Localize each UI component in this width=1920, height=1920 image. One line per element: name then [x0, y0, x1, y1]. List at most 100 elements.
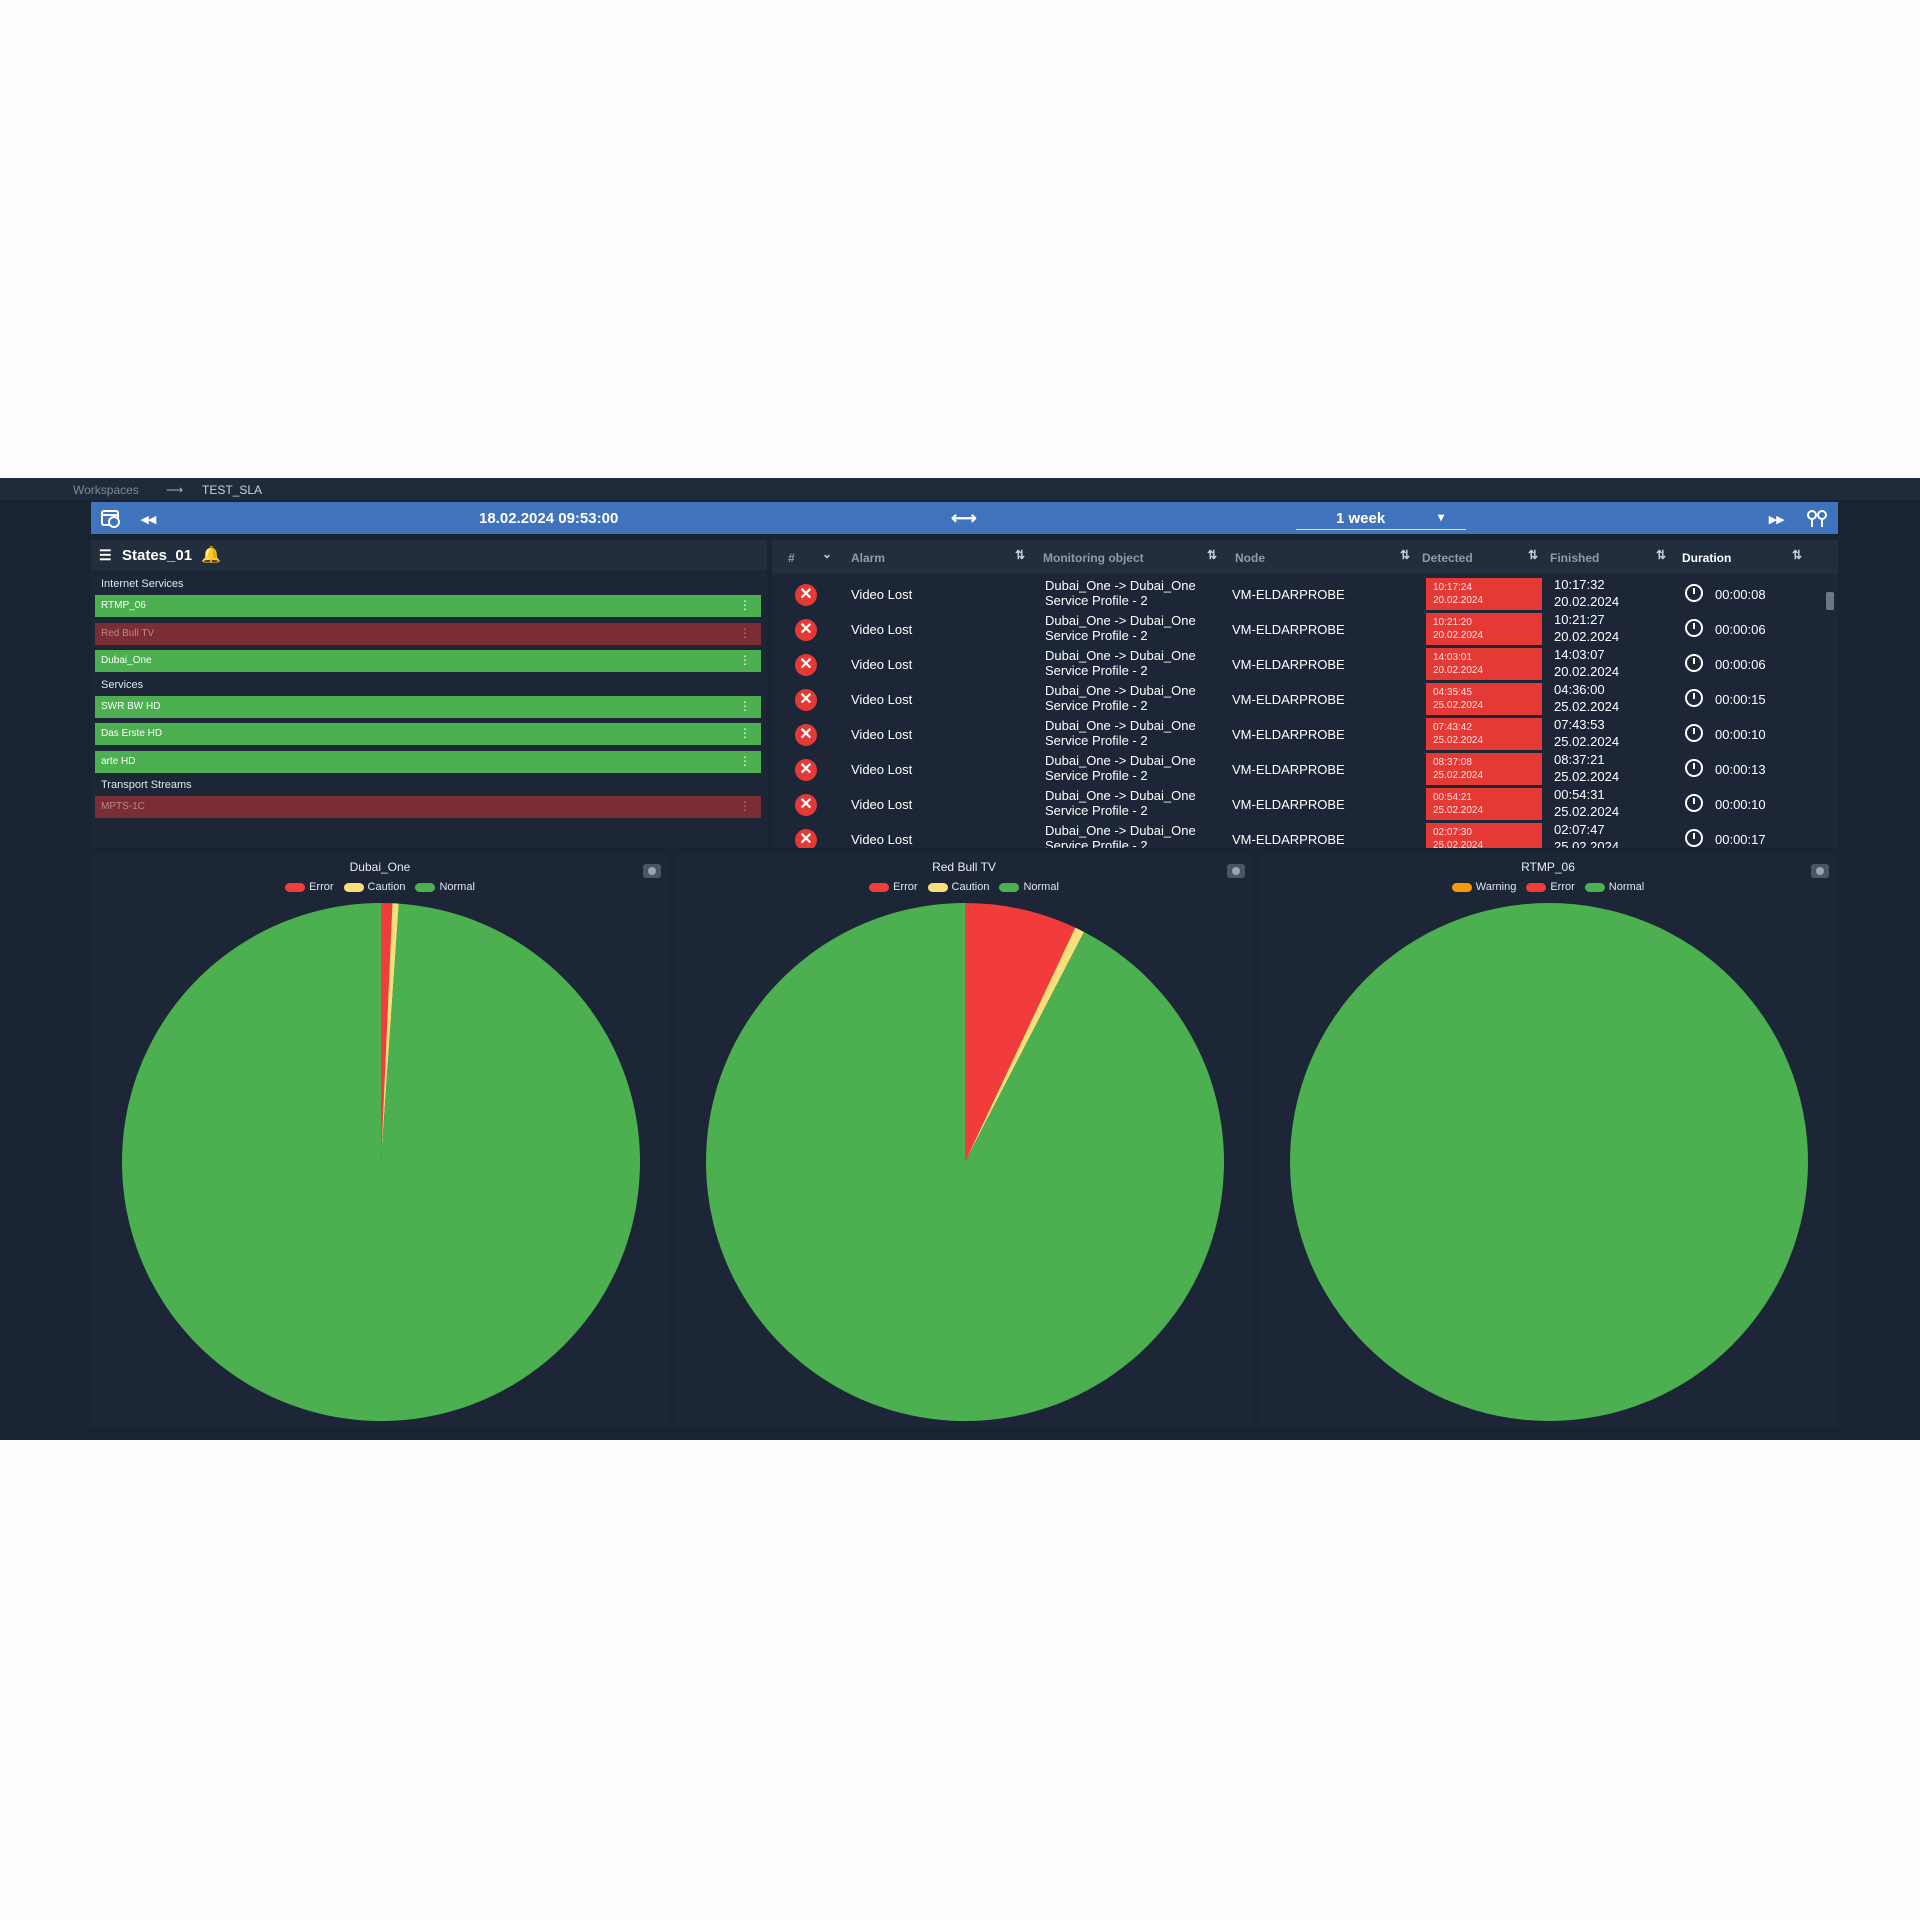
- table-row[interactable]: ✕ Video Lost Dubai_One -> Dubai_One Service…: [772, 611, 1824, 646]
- node-name: VM-ELDARPROBE: [1232, 622, 1345, 637]
- table-row[interactable]: ✕ Video Lost Dubai_One -> Dubai_One Service…: [772, 681, 1824, 716]
- legend-label: Caution: [367, 881, 406, 893]
- legend-item[interactable]: Caution: [927, 881, 990, 893]
- error-icon: ✕: [795, 619, 817, 641]
- col-detected[interactable]: Detected: [1422, 551, 1473, 565]
- error-icon: ✕: [795, 689, 817, 711]
- pie-slice-normal[interactable]: [121, 903, 640, 1421]
- more-vert-icon[interactable]: ⋮: [739, 598, 751, 612]
- monitoring-profile: Service Profile - 2: [1045, 838, 1148, 848]
- state-label: arte HD: [101, 755, 136, 767]
- eye-icon[interactable]: [1227, 864, 1245, 878]
- state-bar[interactable]: MPTS-1C ⋮: [95, 796, 761, 818]
- more-vert-icon[interactable]: ⋮: [739, 754, 751, 768]
- more-vert-icon[interactable]: ⋮: [739, 726, 751, 740]
- error-icon: ✕: [795, 759, 817, 781]
- legend-item[interactable]: Normal: [415, 881, 475, 893]
- detected-cell: 10:21:20 20.02.2024: [1426, 613, 1542, 645]
- period-select[interactable]: 1 week ▾: [1296, 507, 1466, 530]
- error-icon: ✕: [795, 584, 817, 606]
- legend-swatch: [1584, 882, 1605, 892]
- legend-item[interactable]: Warning: [1451, 881, 1516, 893]
- error-icon: ✕: [795, 829, 817, 848]
- detected-date: 20.02.2024: [1433, 665, 1484, 676]
- monitoring-profile: Service Profile - 2: [1045, 593, 1148, 608]
- state-bar[interactable]: SWR BW HD ⋮: [95, 695, 761, 718]
- pie-chart: [1290, 903, 1808, 1421]
- legend-item[interactable]: Error: [869, 881, 918, 893]
- legend-item[interactable]: Error: [1526, 881, 1575, 893]
- sort-icon[interactable]: ⇅: [1400, 548, 1410, 562]
- sort-icon[interactable]: ⇅: [1792, 548, 1802, 562]
- state-bar[interactable]: arte HD ⋮: [95, 750, 761, 773]
- duration-value: 00:00:06: [1715, 657, 1766, 672]
- finished-date: 25.02.2024: [1554, 699, 1620, 714]
- pie-slice-normal[interactable]: [1290, 903, 1808, 1421]
- col-node[interactable]: Node: [1235, 551, 1265, 565]
- col-alarm[interactable]: Alarm: [851, 551, 885, 565]
- col-finished[interactable]: Finished: [1550, 551, 1599, 565]
- bell-icon[interactable]: 🔔: [201, 545, 221, 565]
- fast-forward-button[interactable]: ▸▸: [1769, 510, 1784, 528]
- finished-date: 20.02.2024: [1554, 594, 1620, 609]
- breadcrumb-root[interactable]: Workspaces: [73, 483, 139, 497]
- legend-item[interactable]: Caution: [343, 881, 406, 893]
- monitoring-object: Dubai_One -> Dubai_One: [1045, 613, 1196, 628]
- detected-date: 25.02.2024: [1433, 700, 1484, 711]
- monitoring-object: Dubai_One -> Dubai_One: [1045, 578, 1196, 593]
- table-row[interactable]: ✕ Video Lost Dubai_One -> Dubai_One Service…: [772, 821, 1824, 848]
- state-label: SWR BW HD: [101, 700, 161, 712]
- more-vert-icon[interactable]: ⋮: [739, 626, 751, 640]
- finished-time: 10:21:27: [1554, 612, 1605, 627]
- table-row[interactable]: ✕ Video Lost Dubai_One -> Dubai_One Service…: [772, 576, 1824, 611]
- more-vert-icon[interactable]: ⋮: [739, 799, 751, 813]
- col-num[interactable]: #: [788, 551, 795, 565]
- table-row[interactable]: ✕ Video Lost Dubai_One -> Dubai_One Service…: [772, 716, 1824, 751]
- monitoring-profile: Service Profile - 2: [1045, 803, 1148, 818]
- scrollbar-thumb[interactable]: [1826, 592, 1834, 610]
- eye-icon[interactable]: [1811, 864, 1829, 878]
- col-object[interactable]: Monitoring object: [1043, 551, 1144, 565]
- state-bar[interactable]: Das Erste HD ⋮: [95, 723, 761, 745]
- col-duration[interactable]: Duration: [1682, 551, 1731, 565]
- breadcrumb-arrow-icon: ⟶: [166, 483, 184, 497]
- legend-item[interactable]: Error: [285, 881, 334, 893]
- legend-item[interactable]: Normal: [999, 881, 1059, 893]
- legend-swatch: [1526, 882, 1547, 892]
- rewind-button[interactable]: ◂◂: [141, 510, 156, 528]
- legend-label: Normal: [439, 881, 475, 893]
- state-bar[interactable]: Dubai_One ⋮: [95, 650, 761, 672]
- clock-icon: [1685, 584, 1703, 602]
- sort-icon[interactable]: ⇅: [1656, 548, 1666, 562]
- time-toolbar: ◂◂ 18.02.2024 09:53:00 ⟷ 1 week ▾ ▸▸: [91, 502, 1838, 534]
- start-date[interactable]: 18.02.2024 09:53:00: [479, 510, 618, 527]
- legend-item[interactable]: Normal: [1584, 881, 1644, 893]
- eye-icon[interactable]: [643, 864, 661, 878]
- state-bar[interactable]: Red Bull TV ⋮: [95, 622, 761, 645]
- finished-time: 00:54:31: [1554, 787, 1605, 802]
- duration-value: 00:00:13: [1715, 762, 1766, 777]
- table-row[interactable]: ✕ Video Lost Dubai_One -> Dubai_One Service…: [772, 786, 1824, 821]
- pin-icon[interactable]: [1807, 509, 1827, 529]
- node-name: VM-ELDARPROBE: [1232, 797, 1345, 812]
- pie-slice-normal[interactable]: [706, 903, 1224, 1421]
- pie-chart: [121, 903, 640, 1421]
- table-row[interactable]: ✕ Video Lost Dubai_One -> Dubai_One Service…: [772, 646, 1824, 681]
- chevron-down-icon[interactable]: ⌄: [822, 547, 832, 561]
- duration-value: 00:00:15: [1715, 692, 1766, 707]
- table-row[interactable]: ✕ Video Lost Dubai_One -> Dubai_One Service…: [772, 751, 1824, 786]
- sort-icon[interactable]: ⇅: [1015, 548, 1025, 562]
- monitoring-profile: Service Profile - 2: [1045, 663, 1148, 678]
- more-vert-icon[interactable]: ⋮: [739, 699, 751, 713]
- chart-legend: Warning Error Normal: [1259, 881, 1837, 893]
- calendar-clock-icon[interactable]: [101, 508, 121, 528]
- legend-label: Caution: [951, 881, 990, 893]
- sort-icon[interactable]: ⇅: [1528, 548, 1538, 562]
- more-vert-icon[interactable]: ⋮: [739, 653, 751, 667]
- legend-swatch: [999, 882, 1020, 892]
- sort-icon[interactable]: ⇅: [1207, 548, 1217, 562]
- state-label: Dubai_One: [101, 655, 152, 666]
- state-bar[interactable]: RTMP_06 ⋮: [95, 595, 761, 617]
- alarms-table: # ⌄ Alarm ⇅ Monitoring object ⇅ Node ⇅ D…: [772, 540, 1838, 848]
- clock-icon: [1685, 724, 1703, 742]
